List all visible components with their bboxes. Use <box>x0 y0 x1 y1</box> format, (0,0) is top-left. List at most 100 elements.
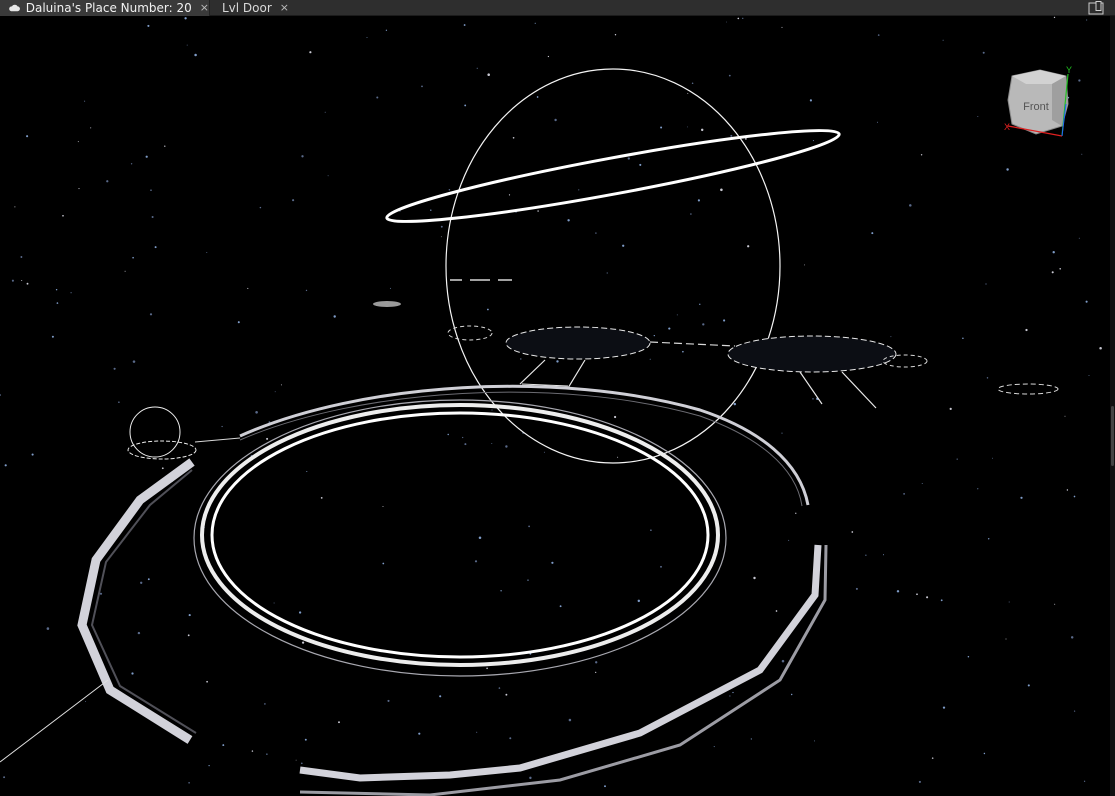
star <box>649 358 651 360</box>
star <box>14 206 16 208</box>
star <box>309 51 312 54</box>
star <box>255 411 258 414</box>
close-icon[interactable]: × <box>200 0 209 16</box>
star <box>184 17 187 20</box>
star <box>439 695 442 698</box>
star <box>273 602 275 604</box>
star <box>194 53 197 57</box>
star <box>987 538 990 540</box>
star <box>90 127 92 129</box>
tab-lvl-door[interactable]: Lvl Door × <box>222 0 302 16</box>
star <box>301 641 305 644</box>
viewport-scrollbar[interactable] <box>1110 16 1115 796</box>
view-cube[interactable]: Front X Y <box>1000 64 1080 144</box>
star <box>617 456 619 458</box>
star <box>529 776 532 780</box>
star <box>687 126 689 128</box>
star <box>700 128 704 132</box>
star <box>543 451 545 453</box>
device-icon <box>1088 1 1104 15</box>
star <box>78 188 80 190</box>
star <box>554 118 557 122</box>
star <box>266 437 269 440</box>
star <box>140 581 143 584</box>
star <box>389 287 391 289</box>
star <box>909 204 912 207</box>
star <box>1008 601 1010 603</box>
star <box>983 752 986 755</box>
star <box>725 21 727 23</box>
star <box>26 282 29 285</box>
tab-daluinas-place[interactable]: Daluina's Place Number: 20 × <box>0 0 210 16</box>
star <box>264 703 266 705</box>
star <box>578 189 580 191</box>
star <box>1081 153 1083 155</box>
scrollbar-thumb[interactable] <box>1111 406 1114 466</box>
star <box>534 22 536 24</box>
star <box>62 214 64 217</box>
star <box>699 303 701 305</box>
star <box>221 425 223 428</box>
star <box>130 163 133 165</box>
star <box>926 596 929 599</box>
star <box>1025 328 1028 332</box>
star <box>0 394 2 396</box>
star <box>46 627 50 630</box>
star <box>622 244 625 247</box>
star <box>305 289 308 292</box>
platform-cluster <box>447 325 1059 409</box>
star <box>154 246 157 249</box>
3d-viewport[interactable]: Front X Y <box>0 16 1115 796</box>
close-icon[interactable]: × <box>280 0 289 16</box>
star <box>206 252 208 253</box>
star <box>320 497 323 499</box>
star <box>448 188 451 191</box>
star <box>567 219 570 222</box>
star <box>31 453 34 456</box>
star <box>814 740 815 742</box>
star <box>301 155 304 158</box>
star <box>551 561 554 564</box>
star <box>237 321 240 324</box>
star <box>1088 374 1090 376</box>
star <box>537 210 539 212</box>
star <box>956 458 958 460</box>
star <box>251 750 254 752</box>
star <box>430 209 432 211</box>
star <box>1099 347 1102 350</box>
star <box>949 407 952 411</box>
star <box>1066 489 1069 491</box>
scene-render <box>0 16 1102 796</box>
star <box>982 51 985 54</box>
star <box>614 34 617 36</box>
distant-disc <box>373 301 401 307</box>
star <box>150 189 152 192</box>
star <box>11 279 14 282</box>
star <box>1064 415 1066 417</box>
star <box>781 26 783 28</box>
star <box>691 82 694 84</box>
star <box>851 531 854 533</box>
star <box>921 482 923 484</box>
star <box>639 163 642 166</box>
star <box>967 655 970 658</box>
star <box>940 599 943 602</box>
star <box>896 590 900 593</box>
star <box>528 525 530 528</box>
cloud-icon <box>9 4 20 12</box>
star <box>1052 251 1055 254</box>
star <box>650 529 652 532</box>
star <box>208 764 210 767</box>
star <box>977 116 979 117</box>
tab-label: Daluina's Place Number: 20 <box>25 1 192 15</box>
star <box>1078 237 1080 239</box>
star <box>440 225 443 228</box>
star <box>595 661 598 664</box>
star <box>690 213 692 215</box>
star <box>500 590 502 592</box>
star <box>1083 780 1086 782</box>
device-emulator-button[interactable] <box>1087 0 1105 16</box>
star <box>556 360 559 363</box>
star <box>931 757 934 759</box>
small-sphere <box>127 406 241 460</box>
